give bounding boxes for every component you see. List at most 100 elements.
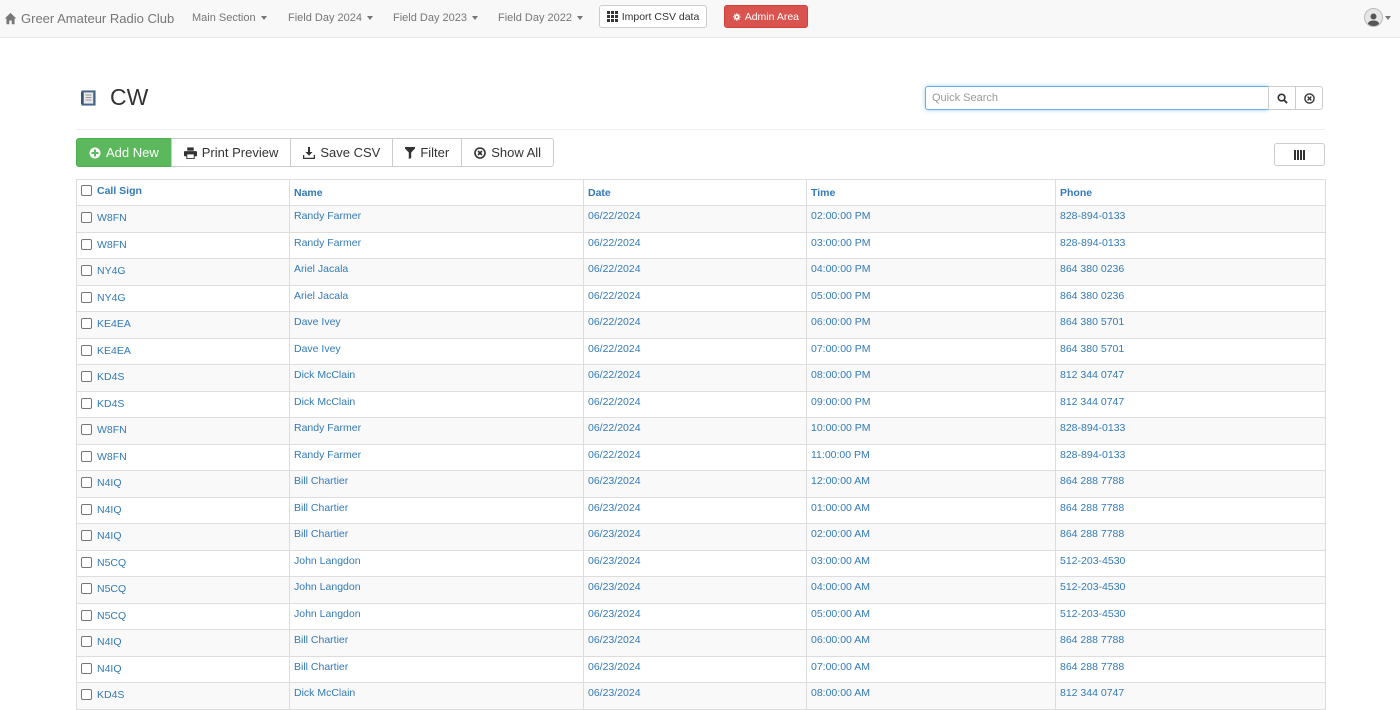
call-sign-link[interactable]: N4IQ <box>97 636 122 648</box>
call-sign-link[interactable]: KE4EA <box>97 318 131 330</box>
save-csv-button[interactable]: Save CSV <box>290 138 394 167</box>
call-sign-link[interactable]: NY4G <box>97 292 126 304</box>
name-link[interactable]: Ariel Jacala <box>294 290 348 302</box>
phone-link[interactable]: 864 380 0236 <box>1060 263 1124 275</box>
date-link[interactable]: 06/22/2024 <box>588 396 641 408</box>
time-link[interactable]: 11:00:00 PM <box>811 449 870 461</box>
date-link[interactable]: 06/22/2024 <box>588 449 641 461</box>
time-link[interactable]: 05:00:00 AM <box>811 608 870 620</box>
name-link[interactable]: Ariel Jacala <box>294 263 348 275</box>
row-checkbox[interactable] <box>81 450 92 462</box>
time-link[interactable]: 10:00:00 PM <box>811 422 871 434</box>
menu-main-section[interactable]: Main Section <box>192 12 267 24</box>
time-link[interactable]: 03:00:00 PM <box>811 237 871 249</box>
call-sign-link[interactable]: N4IQ <box>97 504 122 516</box>
header-date[interactable]: Date <box>583 179 807 206</box>
table-row[interactable]: W8FN Randy Farmer 06/22/2024 02:00:00 PM 828… <box>76 205 1326 233</box>
table-row[interactable]: NY4G Ariel Jacala 06/22/2024 04:00:00 PM 864… <box>76 258 1326 286</box>
time-link[interactable]: 07:00:00 AM <box>811 661 870 673</box>
header-call-sign[interactable]: Call Sign <box>76 179 290 206</box>
add-new-button[interactable]: Add New <box>76 138 172 167</box>
select-all-checkbox[interactable] <box>81 185 92 196</box>
name-link[interactable]: John Langdon <box>294 608 361 620</box>
name-link[interactable]: Dick McClain <box>294 396 355 408</box>
name-link[interactable]: Dick McClain <box>294 687 355 699</box>
name-link[interactable]: Bill Chartier <box>294 528 348 540</box>
table-row[interactable]: N4IQ Bill Chartier 06/23/2024 02:00:00 AM 86… <box>76 523 1326 551</box>
call-sign-link[interactable]: KD4S <box>97 689 124 701</box>
name-link[interactable]: Dave Ivey <box>294 343 341 355</box>
phone-link[interactable]: 828-894-0133 <box>1060 422 1125 434</box>
call-sign-link[interactable]: N4IQ <box>97 530 122 542</box>
time-link[interactable]: 07:00:00 PM <box>811 343 871 355</box>
row-checkbox[interactable] <box>81 212 92 223</box>
row-checkbox[interactable] <box>81 636 92 647</box>
phone-link[interactable]: 828-894-0133 <box>1060 237 1125 249</box>
date-link[interactable]: 06/22/2024 <box>588 210 641 222</box>
call-sign-link[interactable]: W8FN <box>97 424 127 436</box>
date-link[interactable]: 06/23/2024 <box>588 528 641 540</box>
phone-link[interactable]: 864 288 7788 <box>1060 528 1124 540</box>
row-checkbox[interactable] <box>81 530 92 541</box>
table-row[interactable]: N4IQ Bill Chartier 06/23/2024 12:00:00 AM 86… <box>76 470 1326 498</box>
table-row[interactable]: W8FN Randy Farmer 06/22/2024 11:00:00 PM 828… <box>76 443 1326 471</box>
phone-link[interactable]: 512-203-4530 <box>1060 581 1125 593</box>
row-checkbox[interactable] <box>81 265 92 276</box>
table-row[interactable]: KE4EA Dave Ivey 06/22/2024 06:00:00 PM 864 3… <box>76 311 1326 339</box>
row-checkbox[interactable] <box>81 318 92 329</box>
table-row[interactable]: N5CQ John Langdon 06/23/2024 04:00:00 AM 512… <box>76 576 1326 604</box>
filter-button[interactable]: Filter <box>392 138 463 167</box>
show-all-button[interactable]: Show All <box>461 138 555 167</box>
date-link[interactable]: 06/23/2024 <box>588 608 641 620</box>
table-row[interactable]: N4IQ Bill Chartier 06/23/2024 01:00:00 AM 86… <box>76 496 1326 524</box>
time-link[interactable]: 03:00:00 AM <box>811 555 870 567</box>
row-checkbox[interactable] <box>81 238 92 250</box>
date-link[interactable]: 06/22/2024 <box>588 290 641 302</box>
menu-field-day-2024[interactable]: Field Day 2024 <box>288 12 373 24</box>
name-link[interactable]: Bill Chartier <box>294 502 348 514</box>
columns-toggle-button[interactable] <box>1274 143 1325 166</box>
date-link[interactable]: 06/22/2024 <box>588 422 641 434</box>
name-link[interactable]: Bill Chartier <box>294 475 348 487</box>
call-sign-link[interactable]: N5CQ <box>97 610 126 622</box>
date-link[interactable]: 06/22/2024 <box>588 316 641 328</box>
phone-link[interactable]: 812 344 0747 <box>1060 687 1124 699</box>
menu-field-day-2022[interactable]: Field Day 2022 <box>498 12 583 24</box>
phone-link[interactable]: 864 380 0236 <box>1060 290 1124 302</box>
row-checkbox[interactable] <box>81 291 92 303</box>
table-row[interactable]: N5CQ John Langdon 06/23/2024 05:00:00 AM 512… <box>76 602 1326 630</box>
name-link[interactable]: John Langdon <box>294 555 361 567</box>
time-link[interactable]: 02:00:00 AM <box>811 528 870 540</box>
table-row[interactable]: KD4S Dick McClain 06/23/2024 08:00:00 AM 812… <box>76 682 1326 710</box>
table-row[interactable]: KD4S Dick McClain 06/22/2024 08:00:00 PM 812… <box>76 364 1326 392</box>
call-sign-link[interactable]: W8FN <box>97 239 127 251</box>
phone-link[interactable]: 864 380 5701 <box>1060 343 1124 355</box>
user-menu[interactable] <box>1364 8 1391 27</box>
name-link[interactable]: John Langdon <box>294 581 361 593</box>
time-link[interactable]: 06:00:00 PM <box>811 316 871 328</box>
date-link[interactable]: 06/23/2024 <box>588 661 641 673</box>
time-link[interactable]: 04:00:00 PM <box>811 263 871 275</box>
phone-link[interactable]: 828-894-0133 <box>1060 449 1125 461</box>
date-link[interactable]: 06/23/2024 <box>588 581 641 593</box>
call-sign-link[interactable]: W8FN <box>97 212 127 224</box>
search-button[interactable] <box>1268 86 1296 110</box>
print-preview-button[interactable]: Print Preview <box>170 138 292 167</box>
phone-link[interactable]: 512-203-4530 <box>1060 555 1125 567</box>
row-checkbox[interactable] <box>81 556 92 568</box>
phone-link[interactable]: 812 344 0747 <box>1060 369 1124 381</box>
date-link[interactable]: 06/23/2024 <box>588 634 641 646</box>
date-link[interactable]: 06/22/2024 <box>588 237 641 249</box>
row-checkbox[interactable] <box>81 371 92 382</box>
name-link[interactable]: Randy Farmer <box>294 237 361 249</box>
name-link[interactable]: Bill Chartier <box>294 661 348 673</box>
date-link[interactable]: 06/23/2024 <box>588 555 641 567</box>
table-row[interactable]: KD4S Dick McClain 06/22/2024 09:00:00 PM 812… <box>76 390 1326 418</box>
call-sign-link[interactable]: N5CQ <box>97 583 126 595</box>
brand-link[interactable]: Greer Amateur Radio Club <box>4 10 174 26</box>
time-link[interactable]: 12:00:00 AM <box>811 475 870 487</box>
row-checkbox[interactable] <box>81 344 92 356</box>
time-link[interactable]: 08:00:00 PM <box>811 369 871 381</box>
date-link[interactable]: 06/22/2024 <box>588 343 641 355</box>
row-checkbox[interactable] <box>81 397 92 409</box>
